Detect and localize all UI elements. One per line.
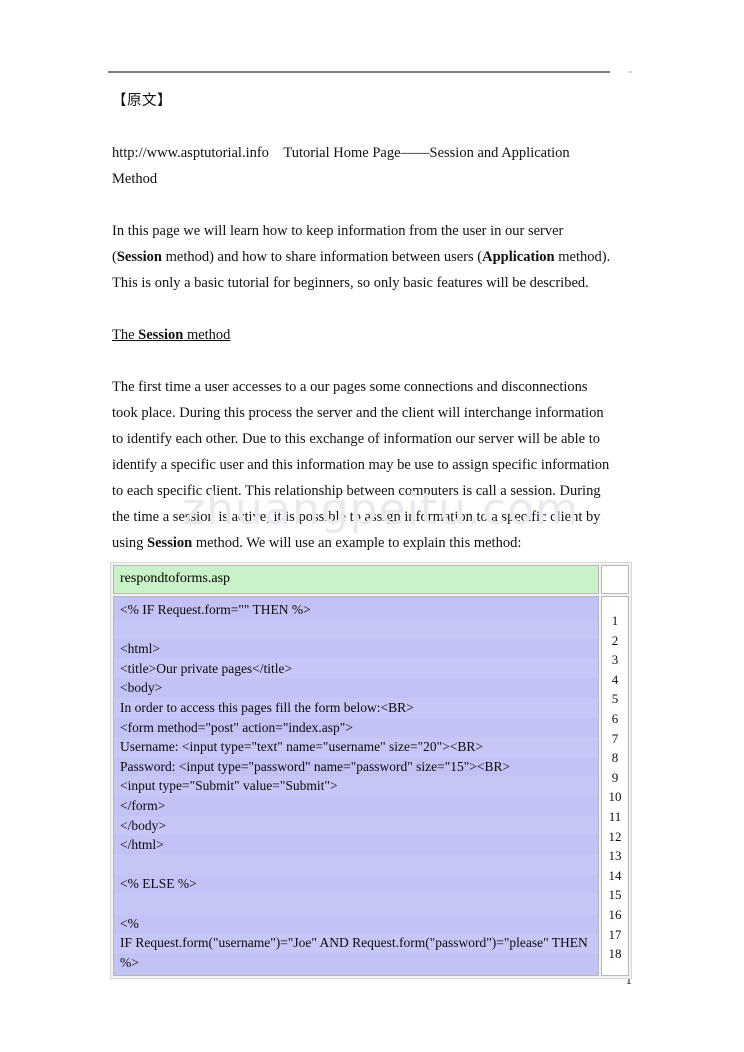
subheading-bold: Session [138,327,184,343]
line-number: 4 [611,671,619,687]
paragraph-session-explanation: The first time a user accesses to a our … [112,374,616,556]
line-number: 6 [611,710,619,726]
code-line: %> [120,954,139,970]
code-table: respondtoforms.asp <% IF Request.form=""… [113,565,629,977]
intro-bold-application: Application [482,249,555,265]
code-gutter-header [601,565,629,594]
code-line: </body> [114,815,598,836]
session-part-1: The first time a user accesses to a our … [112,379,610,551]
line-number: 11 [608,808,622,824]
line-number: 1 [611,613,619,628]
intro-bold-session: Session [116,249,162,265]
code-header-row: respondtoforms.asp [113,565,629,594]
code-line: <% [120,915,139,931]
line-number: 18 [608,946,622,962]
subheading-suffix: method [183,327,231,343]
code-line [114,893,598,914]
line-number: 17 [608,926,622,942]
code-line: </html> [120,837,164,853]
line-number: 15 [608,887,622,903]
line-number: 7 [611,730,619,746]
intro-part-2: method) and how to share information bet… [161,249,483,265]
document-page: 【原文】 http://www.asptutorial.info Tutoria… [0,0,744,1052]
code-body-row: <% IF Request.form="" THEN %> <html> <ti… [113,596,629,977]
code-line: <% IF Request.form="" THEN %> [120,602,311,617]
line-number: 14 [608,867,622,883]
line-number: 3 [611,652,619,668]
line-number: 2 [611,632,619,648]
header-rule-divider [108,71,610,73]
code-line [114,854,598,875]
subheading-session-method: The Session method [112,322,616,348]
code-line: <body> [120,680,163,696]
line-number: 12 [608,828,622,844]
section-marker-original-text: 【原文】 [112,93,172,109]
header-rule-end-tick [628,71,632,73]
code-line: </form> [120,797,166,813]
code-line: Username: <input type="text" name="usern… [114,737,598,757]
code-line: <html> [120,641,160,657]
code-line: <form method="post" action="index.asp"> [120,719,353,735]
session-bold: Session [147,535,193,551]
code-line: <% ELSE %> [120,876,197,892]
line-number: 9 [611,769,619,785]
session-part-2: method. We will use an example to explai… [192,535,522,551]
code-line: In order to access this pages fill the f… [114,697,598,718]
code-filename-cell: respondtoforms.asp [113,565,599,594]
code-line [114,619,598,640]
code-line: IF Request.form("username")="Joe" AND Re… [114,933,598,953]
line-number: 13 [608,848,622,864]
intro-paragraph: In this page we will learn how to keep i… [112,218,616,296]
line-number: 10 [608,789,622,805]
line-number: 16 [608,906,622,922]
code-line-number-gutter: 1 2 3 4 5 6 7 8 9 10 11 12 13 14 15 16 1 [601,596,629,977]
code-line: <title>Our private pages</title> [114,658,598,679]
line-number: 5 [611,691,619,707]
subheading-prefix: The [112,327,139,343]
code-listing-block: respondtoforms.asp <% IF Request.form=""… [110,562,632,980]
source-url-line: http://www.asptutorial.info Tutorial Hom… [112,145,570,187]
code-line: <input type="Submit" value="Submit"> [114,776,598,796]
code-source-cell: <% IF Request.form="" THEN %> <html> <ti… [113,596,599,977]
code-line: Password: <input type="password" name="p… [120,758,511,774]
line-number: 8 [611,750,619,766]
